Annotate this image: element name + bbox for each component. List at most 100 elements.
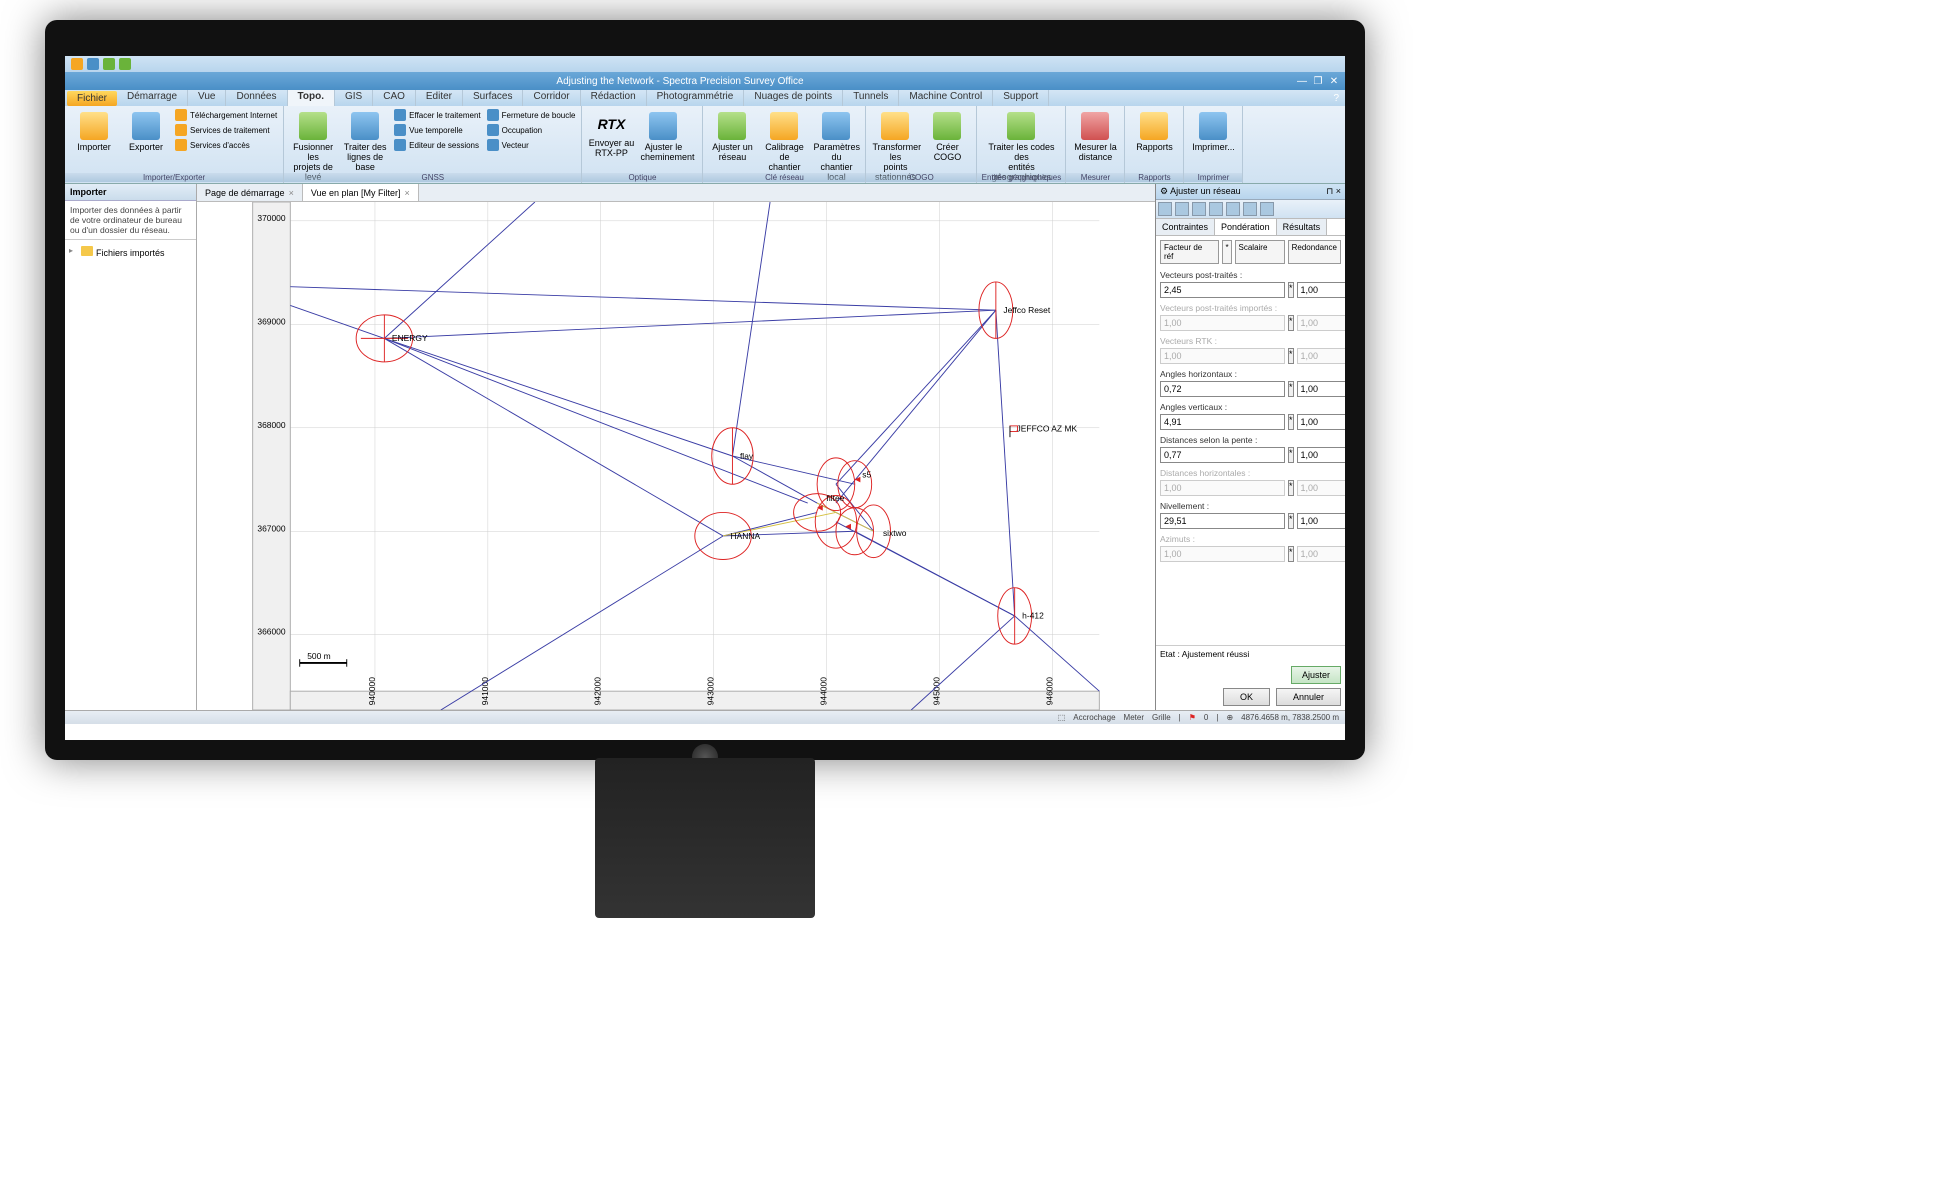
- file-menu[interactable]: Fichier: [67, 91, 117, 106]
- maximize-button[interactable]: ❐: [1311, 76, 1325, 87]
- plan-view-canvas[interactable]: 370000 369000 368000 367000 366000 94000…: [197, 202, 1155, 710]
- measure-label: Distances horizontales :: [1160, 466, 1341, 480]
- label: Traiter des lignes de base: [344, 142, 387, 172]
- services-traitement[interactable]: Services de traitement: [173, 123, 279, 137]
- scalar-input[interactable]: [1297, 282, 1345, 298]
- grid-label[interactable]: Grille: [1152, 713, 1171, 722]
- telechargement-internet[interactable]: Téléchargement Internet: [173, 108, 279, 122]
- rtx-button[interactable]: RTXEnvoyer au RTX-PP: [586, 108, 636, 181]
- services-acces[interactable]: Services d'accès: [173, 138, 279, 152]
- tab-resultats[interactable]: Résultats: [1277, 219, 1328, 235]
- occupation[interactable]: Occupation: [485, 123, 578, 137]
- panel-tabs: Contraintes Pondération Résultats: [1156, 219, 1345, 236]
- group-title: Optique: [582, 173, 702, 182]
- factor-input[interactable]: [1160, 513, 1285, 529]
- measure-group: Angles verticaux :*: [1160, 400, 1341, 430]
- tab-donnees[interactable]: Données: [226, 90, 287, 106]
- close-icon[interactable]: ×: [405, 188, 410, 198]
- scalar-input[interactable]: [1297, 381, 1345, 397]
- header-scalar: Scalaire: [1235, 240, 1285, 264]
- toolbar-icon[interactable]: [1175, 202, 1189, 216]
- group-title: Clé réseau: [703, 173, 865, 182]
- effacer-traitement[interactable]: Effacer le traitement: [392, 108, 482, 122]
- label: Editeur de sessions: [409, 141, 479, 150]
- rapports-button[interactable]: Rapports: [1129, 108, 1179, 181]
- tab-nuages[interactable]: Nuages de points: [744, 90, 843, 106]
- snap-label[interactable]: Accrochage: [1073, 713, 1115, 722]
- tab-photogrammetrie[interactable]: Photogrammétrie: [647, 90, 745, 106]
- tab-contraintes[interactable]: Contraintes: [1156, 219, 1215, 235]
- sublabel: Envoyer au RTX-PP: [589, 138, 635, 158]
- scalar-input[interactable]: [1297, 414, 1345, 430]
- save-icon[interactable]: [87, 58, 99, 70]
- measure-group: Vecteurs post-traités :*: [1160, 268, 1341, 298]
- snap-icon[interactable]: ⬚: [1058, 713, 1066, 722]
- toolbar-icon[interactable]: [1209, 202, 1223, 216]
- tab-topo[interactable]: Topo.: [288, 90, 335, 106]
- measure-group: Azimuts :*: [1160, 532, 1341, 562]
- tab-cao[interactable]: CAO: [373, 90, 416, 106]
- measure-label: Vecteurs post-traités :: [1160, 268, 1341, 282]
- minimize-button[interactable]: —: [1295, 76, 1309, 87]
- fermeture-boucle[interactable]: Fermeture de boucle: [485, 108, 578, 122]
- count-label: 0: [1204, 713, 1208, 722]
- tab-vue[interactable]: Vue: [188, 90, 226, 106]
- tree-item-fichiers-importes[interactable]: Fichiers importés: [69, 244, 192, 260]
- app-icon: [71, 58, 83, 70]
- label: Vecteur: [502, 141, 529, 150]
- pin-icon[interactable]: ⊓: [1326, 186, 1333, 196]
- tab-surfaces[interactable]: Surfaces: [463, 90, 523, 106]
- tab-tunnels[interactable]: Tunnels: [843, 90, 899, 106]
- scalar-input[interactable]: [1297, 513, 1345, 529]
- toolbar-icon[interactable]: [1260, 202, 1274, 216]
- ribbon: Importer Exporter Téléchargement Interne…: [65, 106, 1345, 184]
- editeur-sessions[interactable]: Editeur de sessions: [392, 138, 482, 152]
- undo-icon[interactable]: [103, 58, 115, 70]
- ajuster-button[interactable]: Ajuster: [1291, 666, 1341, 684]
- importer-button[interactable]: Importer: [69, 108, 119, 181]
- close-icon[interactable]: ×: [289, 188, 294, 198]
- ok-button[interactable]: OK: [1223, 688, 1270, 706]
- tab-machine-control[interactable]: Machine Control: [899, 90, 993, 106]
- close-button[interactable]: ✕: [1327, 76, 1341, 87]
- tab-redaction[interactable]: Rédaction: [581, 90, 647, 106]
- label: Vue temporelle: [409, 126, 463, 135]
- svg-text:940000: 940000: [367, 677, 377, 706]
- toolbar-icon[interactable]: [1243, 202, 1257, 216]
- help-icon[interactable]: ?: [1327, 93, 1345, 104]
- panel-close-icon[interactable]: ×: [1336, 186, 1341, 196]
- factor-input[interactable]: [1160, 414, 1285, 430]
- tab-corridor[interactable]: Corridor: [523, 90, 580, 106]
- factor-input[interactable]: [1160, 282, 1285, 298]
- toolbar-icon[interactable]: [1158, 202, 1172, 216]
- statusbar: ⬚ Accrochage Meter Grille | ⚑ 0 | ⊕ 4876…: [65, 710, 1345, 724]
- label: Effacer le traitement: [409, 111, 480, 120]
- mesurer-distance-button[interactable]: Mesurer la distance: [1070, 108, 1120, 181]
- factor-input[interactable]: [1160, 381, 1285, 397]
- tab-gis[interactable]: GIS: [335, 90, 373, 106]
- tab-page-demarrage[interactable]: Page de démarrage×: [197, 184, 303, 201]
- vecteur[interactable]: Vecteur: [485, 138, 578, 152]
- annuler-button[interactable]: Annuler: [1276, 688, 1341, 706]
- imprimer-button[interactable]: Imprimer...: [1188, 108, 1238, 181]
- redo-icon[interactable]: [119, 58, 131, 70]
- vue-temporelle[interactable]: Vue temporelle: [392, 123, 482, 137]
- svg-text:943000: 943000: [706, 677, 716, 706]
- tab-editer[interactable]: Editer: [416, 90, 463, 106]
- toolbar-icon[interactable]: [1192, 202, 1206, 216]
- scalar-input[interactable]: [1297, 447, 1345, 463]
- ajuster-cheminement-button[interactable]: Ajuster le cheminement: [638, 108, 688, 181]
- tab-demarrage[interactable]: Démarrage: [117, 90, 188, 106]
- measure-label: Angles horizontaux :: [1160, 367, 1341, 381]
- factor-input[interactable]: [1160, 447, 1285, 463]
- tab-support[interactable]: Support: [993, 90, 1049, 106]
- measure-row: *: [1160, 513, 1341, 529]
- tab-vue-en-plan[interactable]: Vue en plan [My Filter]×: [303, 184, 419, 201]
- meter-label[interactable]: Meter: [1124, 713, 1144, 722]
- mult-symbol: *: [1288, 315, 1294, 331]
- toolbar-icon[interactable]: [1226, 202, 1240, 216]
- tab-ponderation[interactable]: Pondération: [1215, 219, 1277, 235]
- measure-group: Distances selon la pente :*: [1160, 433, 1341, 463]
- exporter-button[interactable]: Exporter: [121, 108, 171, 181]
- svg-text:Jeffco Reset: Jeffco Reset: [1003, 305, 1050, 315]
